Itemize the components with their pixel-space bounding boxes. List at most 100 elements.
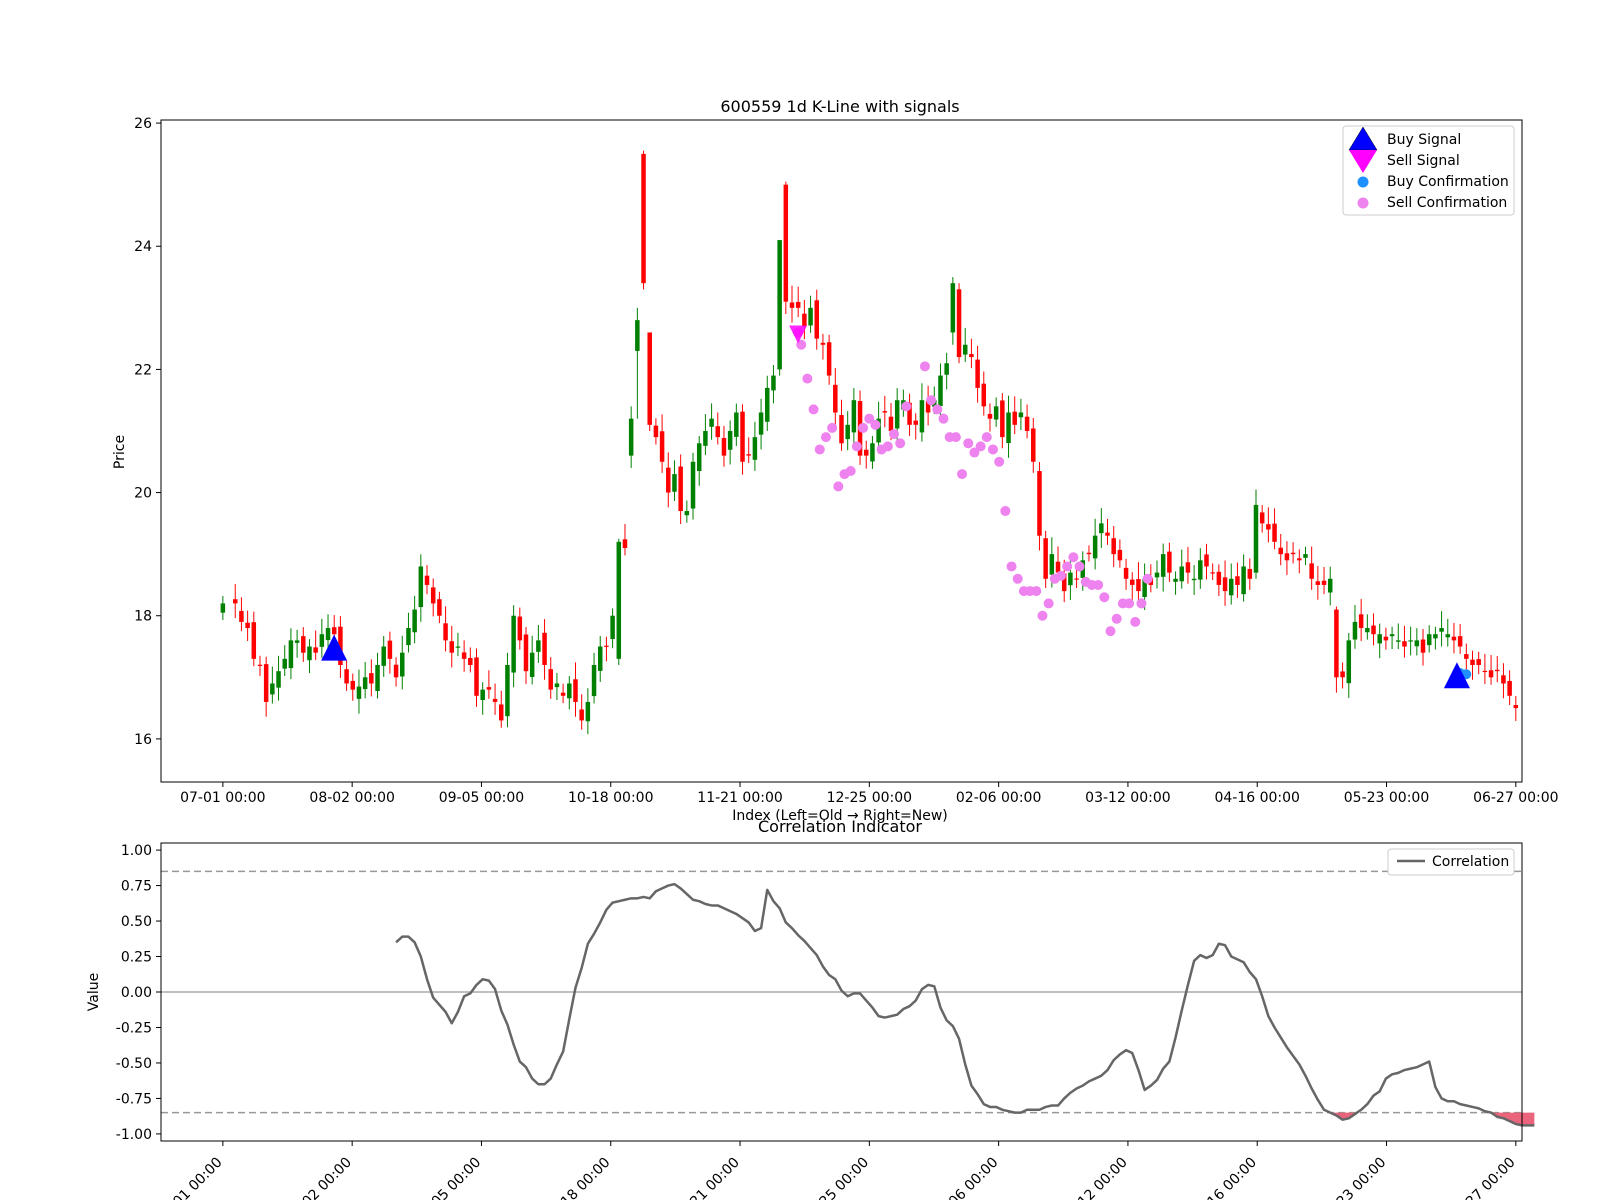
price-chart-title: 600559 1d K-Line with signals <box>720 97 959 116</box>
candle-down <box>1130 579 1135 585</box>
sell-confirmation-point <box>901 401 912 412</box>
correlation-x-tick-label: 09-05 00:00 <box>413 1155 485 1200</box>
candle-down <box>1340 671 1345 678</box>
candle-up <box>845 424 850 440</box>
candle-down <box>1043 538 1048 579</box>
candle-down <box>975 359 980 388</box>
candle-down <box>1290 552 1296 555</box>
sell-confirmation-point <box>957 469 968 480</box>
sell-confirmation-point <box>1031 586 1042 597</box>
sell-confirmation-point <box>1136 598 1147 609</box>
candle-up <box>406 628 411 646</box>
candle-up <box>511 615 516 673</box>
candle-up <box>709 418 714 427</box>
correlation-x-tick-label: 12-25 00:00 <box>800 1155 872 1200</box>
candle-down <box>678 466 683 512</box>
candle-down <box>820 342 826 345</box>
sell-confirmation-point <box>802 373 813 384</box>
correlation-axes: -1.00 -0.75 -0.50 -0.25 0.00 0.25 0.50 0.75 1.00… <box>116 843 1519 1200</box>
sell-confirmation-point <box>833 481 844 492</box>
candle-down <box>1284 553 1290 561</box>
candle-down <box>430 587 436 604</box>
candle-up <box>276 671 281 688</box>
correlation-x-tick-label: 05-23 00:00 <box>1318 1155 1390 1200</box>
correlation-y-tick-label: -1.00 <box>116 1127 152 1143</box>
candle-up <box>1389 634 1395 637</box>
candle-down <box>1476 659 1481 665</box>
candle-down <box>740 411 745 462</box>
candle-down <box>659 431 665 462</box>
correlation-x-tick-label: 07-01 00:00 <box>154 1155 226 1200</box>
candle-down <box>517 616 523 641</box>
candle-down <box>548 669 553 690</box>
candle-up <box>894 400 900 429</box>
sell-confirmation-point <box>926 395 937 406</box>
candle-up <box>1198 560 1203 580</box>
price-y-tick-label: 26 <box>134 116 152 132</box>
sell-confirmation-markers <box>793 327 1153 637</box>
correlation-y-tick-label: 0.25 <box>121 950 152 966</box>
correlation-y-tick-label: 1.00 <box>121 843 152 859</box>
candle-up <box>1396 640 1401 642</box>
price-x-tick-label: 09-05 00:00 <box>439 790 524 806</box>
candle-up <box>1408 640 1413 642</box>
candle-down <box>1278 547 1283 555</box>
candle-down <box>1216 571 1222 585</box>
legend-buy-confirmation: Buy Confirmation <box>1387 174 1509 190</box>
price-x-tick-label: 11-21 00:00 <box>697 790 782 806</box>
candle-up <box>418 566 424 608</box>
legend-sell-confirmation: Sell Confirmation <box>1387 195 1507 211</box>
candle-down <box>1371 625 1376 635</box>
candle-up <box>591 664 597 697</box>
candle-up <box>758 412 764 435</box>
candle-down <box>1309 563 1314 579</box>
candle-up <box>282 658 287 669</box>
sell-confirmation-point <box>1111 613 1122 624</box>
sell-confirmation-point <box>1056 570 1067 581</box>
correlation-x-tick-label: 03-12 00:00 <box>1059 1155 1131 1200</box>
correlation-series-line <box>395 882 1535 1127</box>
correlation-line <box>395 882 1535 1127</box>
candle-down <box>956 289 962 358</box>
candle-up <box>962 344 968 355</box>
candle-down <box>331 627 337 635</box>
correlation-x-tick-label: 11-21 00:00 <box>671 1155 743 1200</box>
candle-up <box>1377 634 1382 644</box>
legend-sell-signal: Sell Signal <box>1387 153 1460 169</box>
sell-confirmation-point <box>845 466 856 477</box>
correlation-x-tick-label: 10-18 00:00 <box>542 1155 614 1200</box>
candle-up <box>690 461 696 509</box>
candle-up <box>1179 566 1184 582</box>
candle-up <box>529 652 535 678</box>
candle-down <box>560 692 566 696</box>
legend-buy-signal: Buy Signal <box>1387 132 1461 148</box>
candle-down <box>232 599 238 604</box>
price-y-tick-label: 16 <box>134 732 152 748</box>
candle-down <box>1457 636 1463 647</box>
sell-confirmation-point <box>975 441 986 452</box>
price-legend: Buy Signal Sell Signal Buy Confirmation … <box>1342 125 1515 216</box>
candle-down <box>424 575 430 585</box>
candle-down <box>486 687 492 690</box>
candle-up <box>1433 634 1438 639</box>
candle-down <box>802 313 807 327</box>
correlation-legend: Correlation <box>1387 848 1515 876</box>
candle-down <box>1297 558 1302 561</box>
price-x-tick-label: 12-25 00:00 <box>827 790 912 806</box>
candle-down <box>653 425 659 438</box>
sell-confirmation-point <box>858 422 869 433</box>
candle-up <box>505 664 510 717</box>
candle-down <box>1482 670 1488 673</box>
price-x-tick-label: 06-27 00:00 <box>1473 790 1558 806</box>
candle-down <box>313 647 318 653</box>
candle-up <box>362 677 368 690</box>
candle-up <box>356 686 362 699</box>
candle-down <box>1272 523 1277 542</box>
sell-confirmation-point <box>987 444 998 455</box>
sell-confirmation-point <box>938 413 949 424</box>
price-x-tick-label: 10-18 00:00 <box>568 790 653 806</box>
figure: 600559 1d K-Line with signals 16 18 20 22 24… <box>86 97 1559 1200</box>
candle-down <box>245 622 250 629</box>
sell-confirmation-point <box>808 404 819 415</box>
price-x-tick-label: 05-23 00:00 <box>1344 790 1429 806</box>
